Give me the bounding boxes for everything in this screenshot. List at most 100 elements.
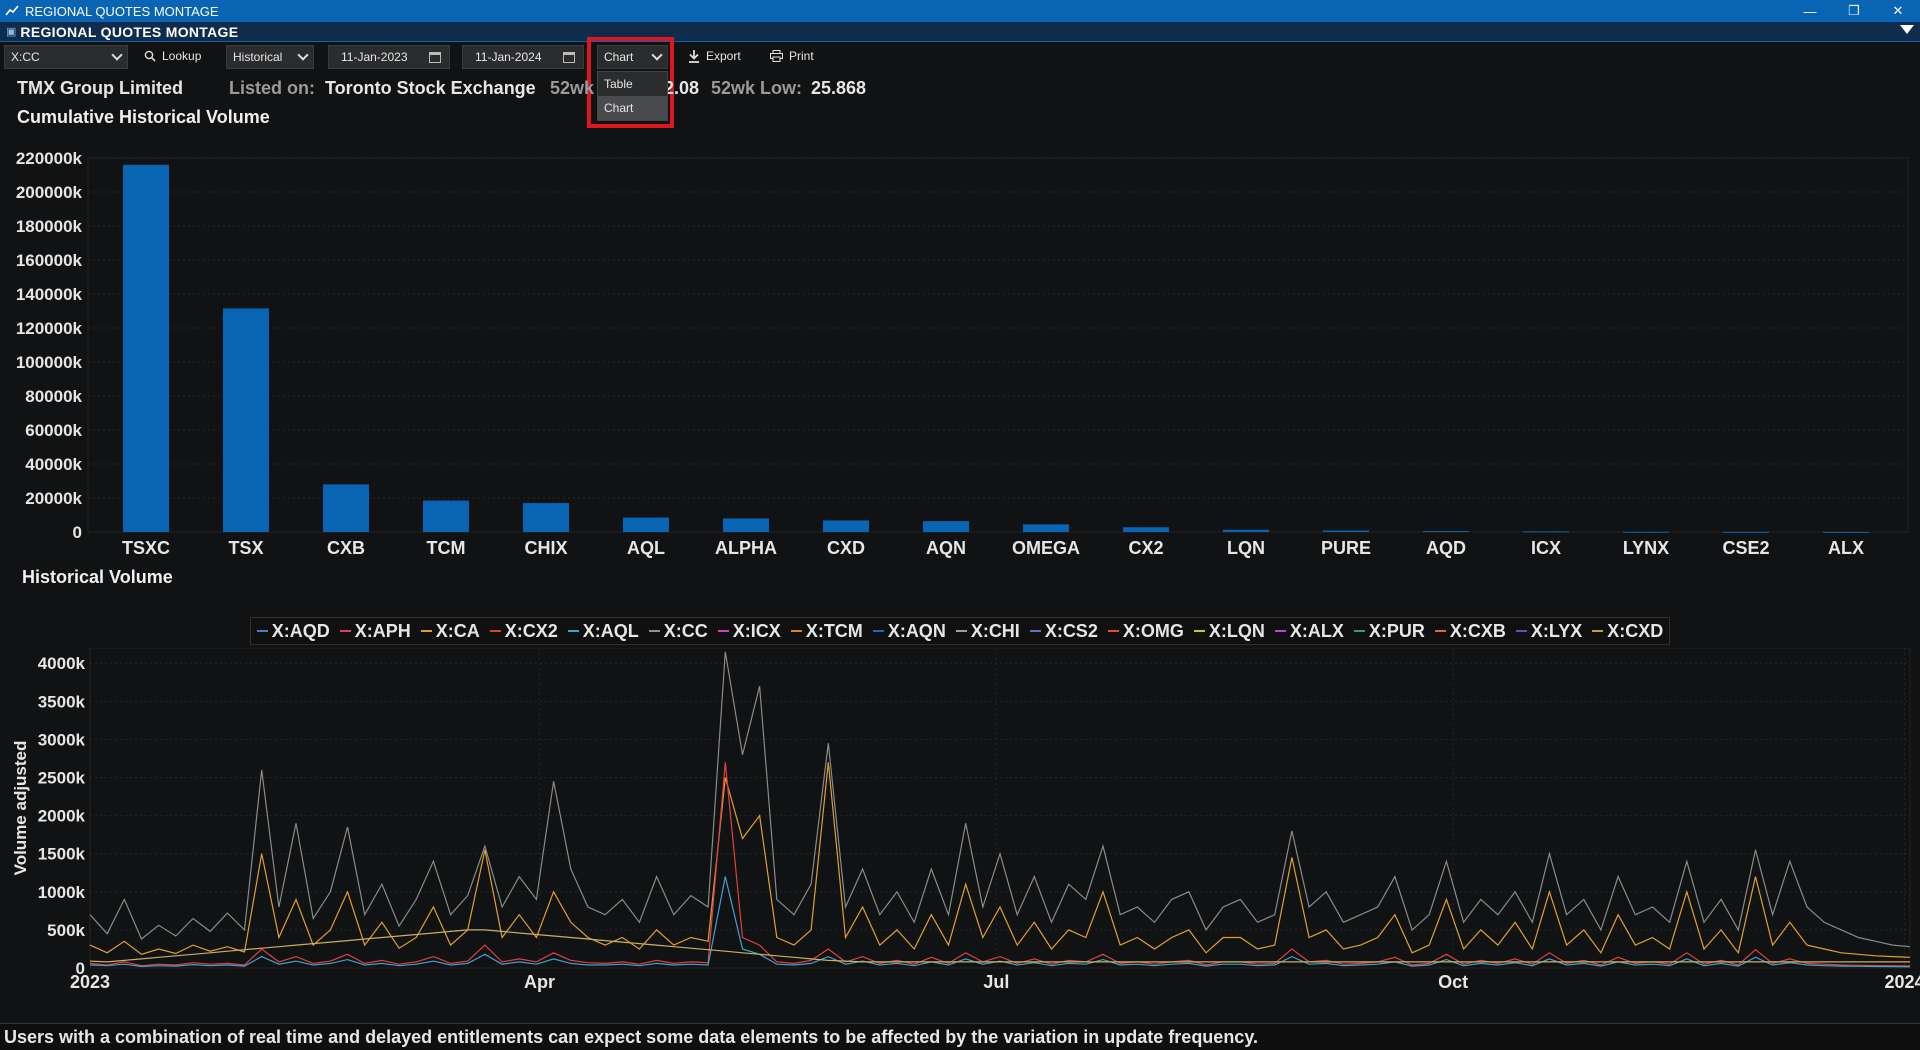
company-name: TMX Group Limited (17, 78, 183, 98)
view-option-table[interactable]: Table (598, 72, 667, 96)
minimize-icon[interactable]: — (1788, 0, 1832, 22)
legend-item[interactable]: X:LQN (1193, 620, 1265, 642)
legend-label: X:AQD (271, 620, 330, 641)
print-button[interactable]: Print (770, 49, 814, 63)
legend-label: X:LQN (1208, 620, 1265, 641)
chart-app-icon (5, 5, 19, 16)
y-tick-label: 500k (47, 921, 85, 940)
listed-label: Listed on: (229, 78, 315, 98)
print-label: Print (789, 49, 814, 63)
legend-swatch (1434, 630, 1446, 632)
bar (223, 308, 269, 532)
bar (1023, 524, 1069, 532)
search-icon (144, 50, 156, 62)
view-dropdown-list: Table Chart (597, 71, 668, 121)
collapse-icon[interactable] (1900, 25, 1914, 34)
legend-label: X:PUR (1368, 620, 1425, 641)
legend-swatch (790, 630, 802, 632)
legend-label: X:CXD (1607, 620, 1664, 641)
legend-item[interactable]: X:AQN (872, 620, 946, 642)
legend-item[interactable]: X:CS2 (1029, 621, 1098, 642)
symbol-select[interactable]: X:CC (4, 45, 128, 69)
x-tick-label: LQN (1227, 538, 1265, 558)
legend-swatch (648, 630, 660, 632)
wk52-high-label: 52wk (550, 78, 595, 98)
x-tick-label: ALPHA (715, 538, 777, 558)
bar (1623, 531, 1669, 533)
legend-swatch (1515, 630, 1527, 632)
x-tick-label: 2024 (1885, 972, 1920, 992)
x-tick-label: CXD (827, 538, 865, 558)
legend-item[interactable]: X:ICX (717, 621, 781, 642)
chevron-down-icon (297, 49, 309, 61)
legend-item[interactable]: X:CA (420, 620, 480, 642)
legend-swatch (1029, 630, 1041, 632)
legend-item[interactable]: X:OMG (1107, 620, 1184, 642)
legend-item[interactable]: X:PUR (1353, 620, 1425, 642)
y-tick-label: 200000k (16, 183, 83, 202)
legend-swatch (420, 630, 432, 632)
x-tick-label: AQN (926, 538, 966, 558)
legend-label: X:AQN (887, 620, 946, 641)
bar (423, 500, 469, 532)
x-tick-label: 2023 (70, 972, 110, 992)
legend-item[interactable]: X:CHI (955, 621, 1020, 642)
legend-item[interactable]: X:ALX (1274, 621, 1344, 642)
x-tick-label: AQL (627, 538, 665, 558)
start-date-field[interactable]: 11-Jan-2023 (328, 45, 450, 69)
bar (723, 518, 769, 532)
bar (1123, 527, 1169, 532)
wk52-low-label: 52wk Low: (711, 78, 803, 98)
legend-item[interactable]: X:CXD (1592, 621, 1663, 642)
x-tick-label: CX2 (1128, 538, 1163, 558)
legend-item[interactable]: X:LYX (1515, 621, 1582, 642)
legend-swatch (872, 630, 884, 632)
legend-item[interactable]: X:TCM (790, 621, 863, 642)
bar-chart-title: Cumulative Historical Volume (17, 107, 270, 127)
bar (123, 164, 169, 533)
y-tick-label: 3500k (38, 692, 86, 711)
panel-header: ▣ REGIONAL QUOTES MONTAGE (0, 22, 1920, 42)
link-icon[interactable]: ▣ (6, 25, 16, 38)
x-tick-label: ALX (1828, 538, 1864, 558)
chevron-down-icon (111, 49, 123, 61)
legend-swatch (489, 630, 501, 632)
x-tick-label: TSX (228, 538, 263, 558)
bar (1823, 531, 1869, 533)
calendar-icon[interactable] (563, 52, 575, 63)
close-icon[interactable]: ✕ (1876, 0, 1920, 22)
lookup-button[interactable]: Lookup (144, 49, 201, 63)
bar (1423, 530, 1469, 532)
legend-item[interactable]: X:CX2 (489, 621, 558, 642)
legend-item[interactable]: X:CC (648, 621, 708, 642)
end-date-field[interactable]: 11-Jan-2024 (462, 45, 584, 69)
mode-select[interactable]: Historical (226, 45, 314, 69)
bar (1323, 530, 1369, 532)
legend-label: X:OMG (1122, 620, 1184, 641)
legend-swatch (955, 630, 967, 632)
legend-swatch (1193, 630, 1205, 632)
entitlement-notice: Users with a combination of real time an… (0, 1023, 1920, 1050)
panel-title: REGIONAL QUOTES MONTAGE (20, 23, 239, 40)
y-tick-label: 1000k (38, 883, 86, 902)
legend-swatch (339, 630, 351, 632)
window-title: REGIONAL QUOTES MONTAGE (25, 3, 219, 19)
toolbar: X:CC Lookup Historical 11-Jan-2023 11-Ja… (0, 44, 1920, 70)
legend-item[interactable]: X:APH (339, 621, 411, 642)
y-tick-label: 2000k (38, 807, 86, 826)
x-tick-label: LYNX (1623, 538, 1669, 558)
y-tick-label: 0 (73, 523, 82, 542)
legend-label: X:CA (435, 620, 480, 641)
x-tick-label: Oct (1438, 972, 1468, 992)
legend-item[interactable]: X:AQD (256, 620, 330, 642)
bar (523, 503, 569, 532)
legend-item[interactable]: X:CXB (1434, 621, 1506, 642)
calendar-icon[interactable] (429, 52, 441, 63)
view-option-chart[interactable]: Chart (598, 96, 667, 120)
printer-icon (770, 50, 783, 62)
window-titlebar: REGIONAL QUOTES MONTAGE — ❐ ✕ (0, 0, 1920, 22)
export-button[interactable]: Export (688, 49, 741, 63)
restore-icon[interactable]: ❐ (1832, 0, 1876, 22)
y-tick-label: 40000k (25, 455, 82, 474)
legend-item[interactable]: X:AQL (567, 621, 639, 642)
